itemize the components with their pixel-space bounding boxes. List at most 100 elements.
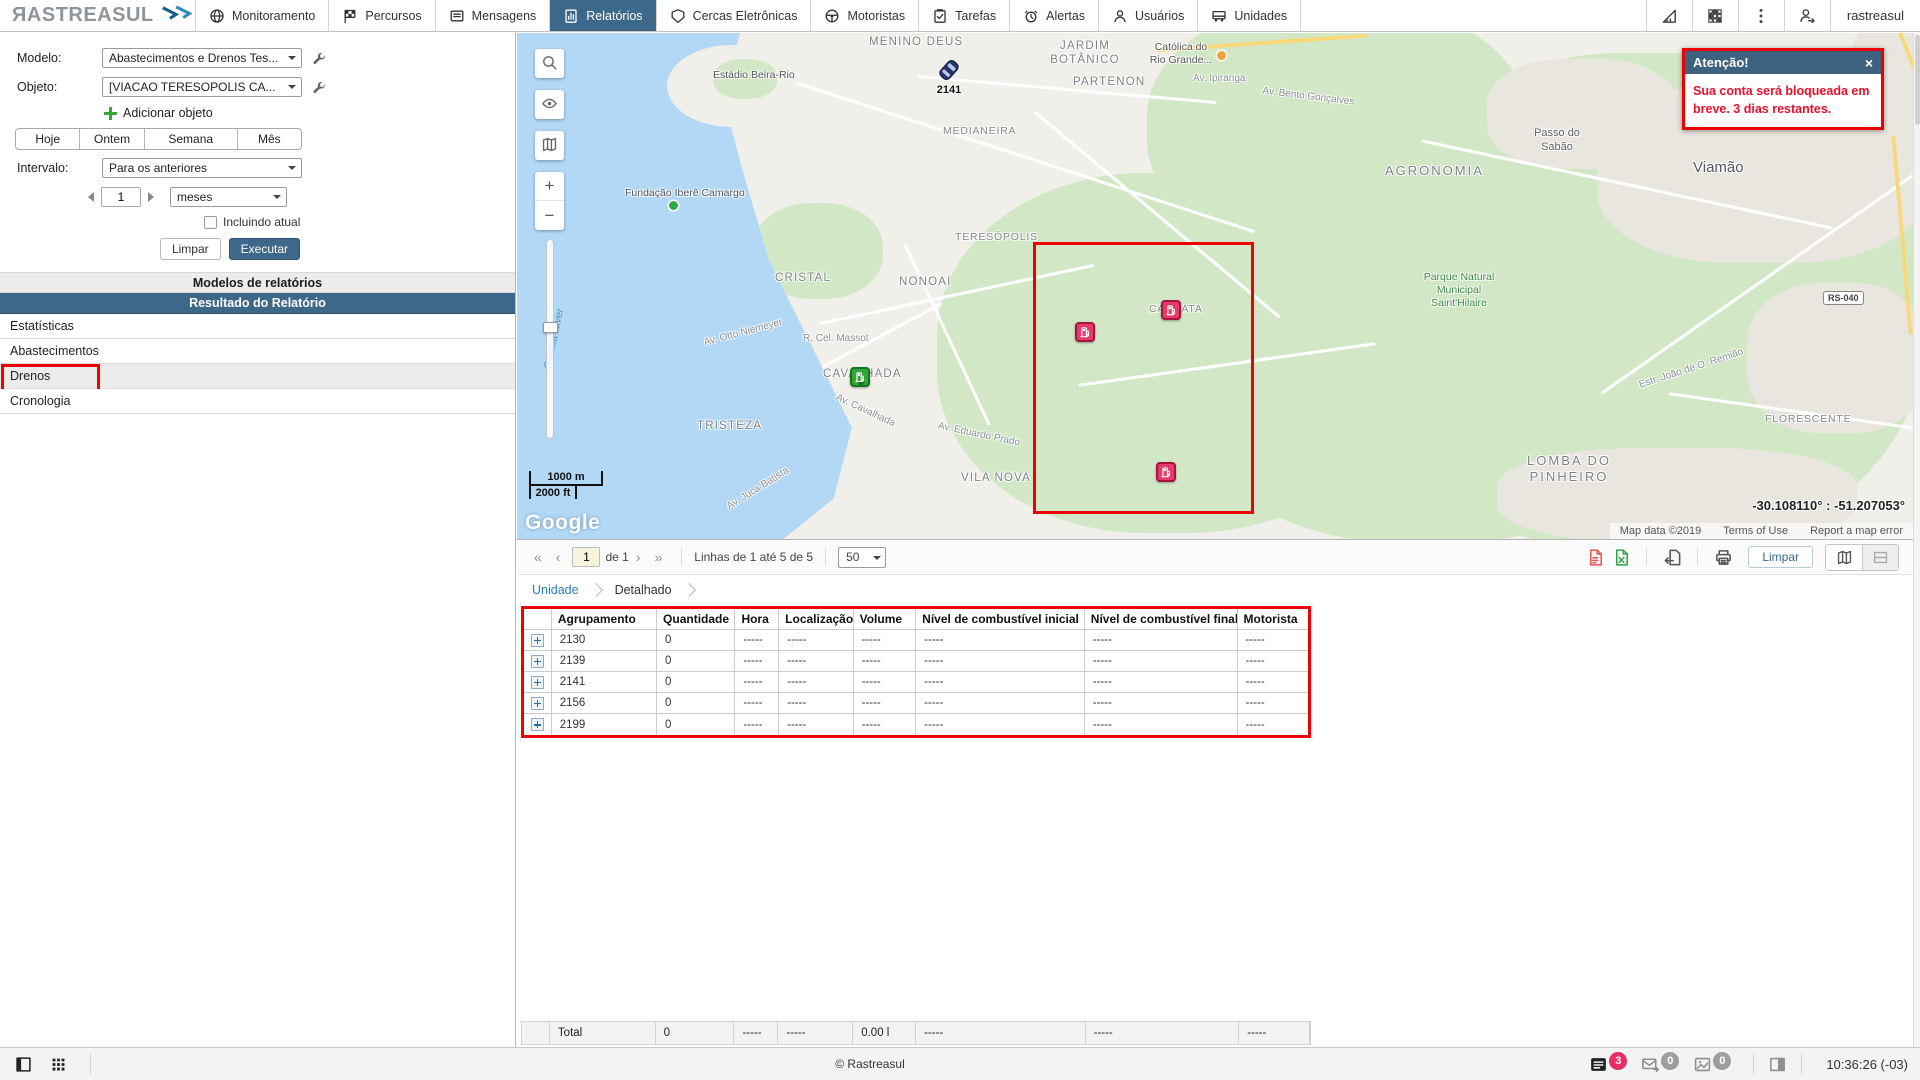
result-item-cronologia[interactable]: Cronologia [0,389,515,414]
objeto-select[interactable]: [VIACAO TERESOPOLIS CA... [102,77,302,97]
panel-toggle-icon[interactable] [14,1055,33,1074]
username-label[interactable]: rastreasul [1830,0,1920,31]
measure-tool-icon[interactable] [1646,0,1692,31]
range-ontem-button[interactable]: Ontem [80,129,144,149]
layout-panel-icon[interactable] [1768,1055,1787,1074]
modelo-select[interactable]: Abastecimentos e Drenos Tes... [102,48,302,68]
result-item-abastecimentos[interactable]: Abastecimentos [0,339,515,364]
range-semana-button[interactable]: Semana [145,129,238,149]
section-modelos-header[interactable]: Modelos de relatórios [0,272,515,293]
nav-tab-percursos[interactable]: Percursos [329,0,435,31]
cell-hora: ----- [735,630,779,650]
export-excel-icon[interactable] [1608,548,1634,567]
expand-plus-icon[interactable] [531,676,544,689]
nav-tab-usuarios[interactable]: Usuários [1099,0,1198,31]
map-zoom-slider[interactable] [546,239,554,439]
fuel-station-marker[interactable] [850,367,870,387]
image-icon[interactable] [1693,1055,1712,1074]
table-row[interactable]: 21300------------------------------ [524,630,1308,651]
objeto-settings-wrench-icon[interactable] [312,80,327,95]
drain-event-marker[interactable] [1075,322,1095,342]
last-page-button[interactable]: » [648,549,670,565]
map-road [779,76,1255,233]
nav-tab-unidades[interactable]: Unidades [1198,0,1301,31]
section-resultado-header[interactable]: Resultado do Relatório [0,293,515,314]
table-row[interactable]: 21390------------------------------ [524,651,1308,672]
map-search-button[interactable] [535,49,564,78]
column-header-quantidade[interactable]: Quantidade [657,609,735,629]
nav-tab-tarefas[interactable]: Tarefas [919,0,1010,31]
zoom-in-button[interactable]: + [535,172,564,201]
breadcrumb-detalhado[interactable]: Detalhado [615,583,672,597]
drain-event-marker[interactable] [1156,462,1176,482]
result-item-drenos[interactable]: Drenos [0,364,515,389]
map-view-toggle-icon[interactable] [1826,545,1862,570]
results-limpar-button[interactable]: Limpar [1748,546,1813,568]
map-layers-button[interactable] [535,131,564,160]
add-object-button[interactable]: Adicionar objeto [104,106,515,120]
mail-forward-icon[interactable] [1641,1055,1660,1074]
map-label-menino-deus: MENINO DEUS [869,35,963,49]
stepper-decrement-button[interactable] [88,192,94,202]
column-header-nivel-de-combustivel-final[interactable]: Nível de combustível final [1085,609,1238,629]
stepper-increment-button[interactable] [148,192,154,202]
kebab-menu-icon[interactable] [1738,0,1784,31]
cell-agrupamento: 2141 [552,672,657,692]
expand-plus-icon[interactable] [531,697,544,710]
terms-link[interactable]: Terms of Use [1723,525,1788,537]
split-view-toggle-icon[interactable] [1862,545,1898,570]
expand-plus-icon[interactable] [531,634,544,647]
close-icon[interactable]: × [1865,56,1873,70]
limpar-button[interactable]: Limpar [160,238,221,260]
column-header-localizacao[interactable]: Localização [779,609,853,629]
table-row[interactable]: 21990------------------------------ [524,714,1308,735]
export-pdf-icon[interactable] [1582,548,1608,567]
map-visibility-button[interactable] [535,90,564,119]
range-mes-button[interactable]: Mês [238,129,301,149]
column-header-agrupamento[interactable]: Agrupamento [552,609,657,629]
expand-plus-icon[interactable] [531,655,544,668]
modelo-settings-wrench-icon[interactable] [312,51,327,66]
expand-plus-icon[interactable] [531,718,544,731]
first-page-button[interactable]: « [527,549,549,565]
drain-event-marker[interactable] [1161,300,1181,320]
nav-tab-cercas-eletronicas[interactable]: Cercas Eletrônicas [657,0,812,31]
zoom-out-button[interactable]: − [535,201,564,230]
zoom-slider-handle[interactable] [543,322,558,333]
nav-tab-monitoramento[interactable]: Monitoramento [196,0,329,31]
vertical-scrollbar[interactable] [1913,33,1920,1047]
column-header-volume[interactable]: Volume [854,609,917,629]
range-hoje-button[interactable]: Hoje [16,129,80,149]
drenos-report-table: AgrupamentoQuantidadeHoraLocalizaçãoVolu… [521,606,1311,738]
executar-button[interactable]: Executar [229,238,300,260]
page-number-input[interactable] [572,547,600,567]
nav-tab-relatorios[interactable]: Relatórios [550,0,656,31]
print-icon[interactable] [1710,548,1736,567]
column-header-nivel-de-combustivel-inicial[interactable]: Nível de combustível inicial [916,609,1085,629]
grid-dots-icon[interactable] [49,1055,68,1074]
next-page-button[interactable]: › [629,549,648,565]
column-header-motorista[interactable]: Motorista [1238,609,1308,629]
nav-tab-mensagens[interactable]: Mensagens [436,0,551,31]
report-error-link[interactable]: Report a map error [1810,525,1903,537]
nav-tab-motoristas[interactable]: Motoristas [811,0,919,31]
export-file-icon[interactable] [1659,548,1685,567]
table-row[interactable]: 21410------------------------------ [524,672,1308,693]
scrollbar-thumb[interactable] [1915,35,1920,125]
column-header-hora[interactable]: Hora [735,609,779,629]
incluindo-atual-checkbox[interactable] [204,216,217,229]
user-switch-icon[interactable] [1784,0,1830,31]
apps-grid-icon[interactable] [1692,0,1738,31]
result-item-estatisticas[interactable]: Estatísticas [0,314,515,339]
intervalo-select[interactable]: Para os anteriores [102,158,302,178]
page-size-select[interactable]: 50 [838,547,886,568]
feed-icon[interactable] [1589,1055,1608,1074]
unit-select[interactable]: meses [170,187,287,207]
nav-tab-alertas[interactable]: Alertas [1010,0,1099,31]
table-row[interactable]: 21560------------------------------ [524,693,1308,714]
stepper-input[interactable] [101,187,141,207]
breadcrumb-unidade[interactable]: Unidade [532,583,579,597]
prev-page-button[interactable]: ‹ [549,549,568,565]
vehicle-marker[interactable]: 2141 [925,59,973,96]
map-canvas[interactable]: MENINO DEUSJARDIM BOTÂNICOCatólica do Ri… [517,33,1913,539]
